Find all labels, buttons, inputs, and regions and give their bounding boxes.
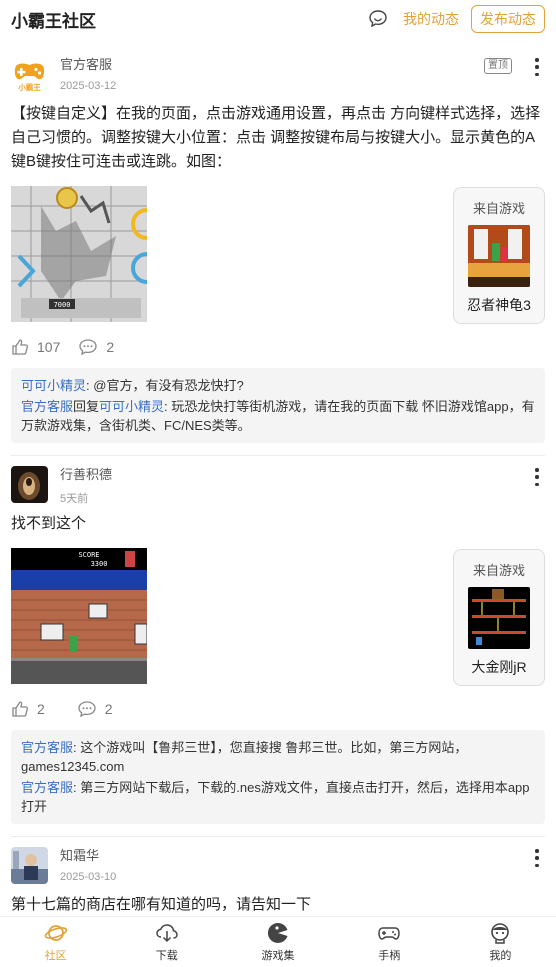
game-name: 大金刚jR	[471, 659, 527, 675]
post-content: 第十七篇的商店在哪有知道的吗，请告知一下	[11, 896, 312, 913]
publish-button[interactable]: 发布动态	[471, 5, 545, 33]
comment-text: 第三方网站下载后，下载的.nes游戏文件，直接点击打开，然后，选择用本app打开	[21, 780, 530, 814]
game-source-label: 来自游戏	[472, 563, 525, 578]
message-icon[interactable]	[367, 8, 389, 30]
comment-text: 这个游戏叫【鲁邦三世】，您直接搜 鲁邦三世。比如，第三方网站，games1234…	[21, 740, 468, 774]
comment-count: 2	[106, 339, 115, 355]
comment-item[interactable]: 官方客服回复可可小精灵: 玩恐龙快打等街机游戏，请在我的页面下载 怀旧游戏馆ap…	[21, 397, 535, 435]
avatar[interactable]	[11, 466, 48, 503]
comment-item[interactable]: 可可小精灵: @官方，有没有恐龙快打?	[21, 376, 535, 395]
avatar[interactable]	[11, 847, 48, 884]
page-title: 小霸王社区	[11, 11, 96, 31]
tab-label: 我的	[489, 950, 512, 962]
post-content: 【按键自定义】在我的页面，点击游戏通用设置，再点击 方向键样式选择，选择自己习惯…	[11, 105, 541, 170]
game-source-label: 来自游戏	[472, 201, 525, 216]
more-options-icon[interactable]	[534, 468, 540, 486]
reply-target[interactable]: 可可小精灵	[99, 399, 164, 414]
comment-icon	[78, 701, 96, 718]
comment-list: 官方客服: 这个游戏叫【鲁邦三世】，您直接搜 鲁邦三世。比如，第三方网站，gam…	[11, 730, 545, 824]
tab-label: 社区	[44, 950, 67, 962]
tab-game-collection[interactable]: 游戏集	[222, 917, 333, 967]
tab-label: 游戏集	[261, 950, 295, 962]
comment-author[interactable]: 官方客服	[21, 780, 73, 795]
reply-label: 回复	[73, 399, 100, 414]
comment-author[interactable]: 官方客服	[21, 399, 73, 414]
game-source-card[interactable]: 来自游戏 大金刚jR	[453, 549, 545, 686]
comment-author[interactable]: 官方客服	[21, 740, 73, 755]
post-card[interactable]: 知霜华 2025-03-10 第十七篇的商店在哪有知道的吗，请告知一下	[0, 837, 556, 917]
more-options-icon[interactable]	[534, 58, 540, 76]
pinned-badge: 置顶	[484, 58, 512, 74]
thumbs-up-icon	[12, 339, 28, 355]
post-author[interactable]: 官方客服	[60, 54, 545, 73]
screenshot-score-label: SCORE	[78, 551, 99, 559]
post-screenshot[interactable]: SCORE 3300	[11, 548, 147, 684]
post-card[interactable]: 行善积德 5天前 找不到这个 SCORE 3300 来自游戏 大金刚jR 2 2…	[0, 456, 556, 824]
post-date: 2025-03-12	[60, 80, 117, 92]
my-dynamics-link[interactable]: 我的动态	[403, 9, 459, 29]
comment-author[interactable]: 可可小精灵	[21, 378, 86, 393]
post-screenshot[interactable]: 7000	[11, 186, 147, 322]
post-author[interactable]: 行善积德	[60, 464, 545, 483]
more-options-icon[interactable]	[534, 849, 540, 867]
tab-profile[interactable]: 我的	[445, 917, 556, 967]
comment-button[interactable]: 2	[78, 338, 114, 356]
comment-icon	[79, 339, 98, 356]
screenshot-score-value: 3300	[91, 560, 108, 568]
top-header: 小霸王社区 我的动态 发布动态	[0, 0, 556, 38]
avatar[interactable]: 小霸王	[11, 56, 48, 93]
tab-label: 下载	[155, 950, 178, 962]
post-date: 5天前	[60, 493, 89, 505]
thumbs-up-icon	[12, 701, 28, 717]
pacman-icon	[267, 922, 288, 943]
gamepad-icon	[378, 927, 400, 940]
cloud-download-icon	[156, 924, 178, 943]
post-card[interactable]: 小霸王 官方客服 2025-03-12 置顶 【按键自定义】在我的页面，点击游戏…	[0, 46, 556, 443]
like-count: 107	[37, 339, 61, 355]
tab-download[interactable]: 下载	[111, 917, 222, 967]
like-button[interactable]: 107	[11, 338, 60, 356]
like-count: 2	[37, 701, 45, 717]
screenshot-score: 7000	[54, 301, 71, 309]
comment-text: @官方，有没有恐龙快打?	[93, 378, 244, 393]
tab-community[interactable]: 社区	[0, 917, 111, 967]
game-name: 忍者神龟3	[467, 297, 531, 313]
tab-label: 手柄	[378, 950, 401, 962]
game-source-card[interactable]: 来自游戏 忍者神龟3	[453, 187, 545, 324]
bottom-tab-bar: 社区 下载 游戏集 手柄 我的	[0, 916, 556, 967]
avatar-logo-text: 小霸王	[18, 82, 41, 92]
tab-gamepad[interactable]: 手柄	[334, 917, 445, 967]
comment-list: 可可小精灵: @官方，有没有恐龙快打? 官方客服回复可可小精灵: 玩恐龙快打等街…	[11, 368, 545, 443]
game-thumbnail	[468, 587, 530, 649]
post-date: 2025-03-10	[60, 871, 117, 883]
comment-count: 2	[104, 701, 113, 717]
post-content: 找不到这个	[11, 515, 87, 532]
planet-icon	[44, 925, 67, 941]
post-feed: 小霸王 官方客服 2025-03-12 置顶 【按键自定义】在我的页面，点击游戏…	[0, 46, 556, 917]
profile-icon	[491, 923, 510, 944]
game-thumbnail	[468, 225, 530, 287]
comment-item[interactable]: 官方客服: 这个游戏叫【鲁邦三世】，您直接搜 鲁邦三世。比如，第三方网站，gam…	[21, 738, 535, 776]
comment-item[interactable]: 官方客服: 第三方网站下载后，下载的.nes游戏文件，直接点击打开，然后，选择用…	[21, 778, 535, 816]
like-button[interactable]: 2	[11, 700, 45, 718]
comment-button[interactable]: 2	[77, 700, 113, 718]
post-author[interactable]: 知霜华	[60, 845, 545, 864]
